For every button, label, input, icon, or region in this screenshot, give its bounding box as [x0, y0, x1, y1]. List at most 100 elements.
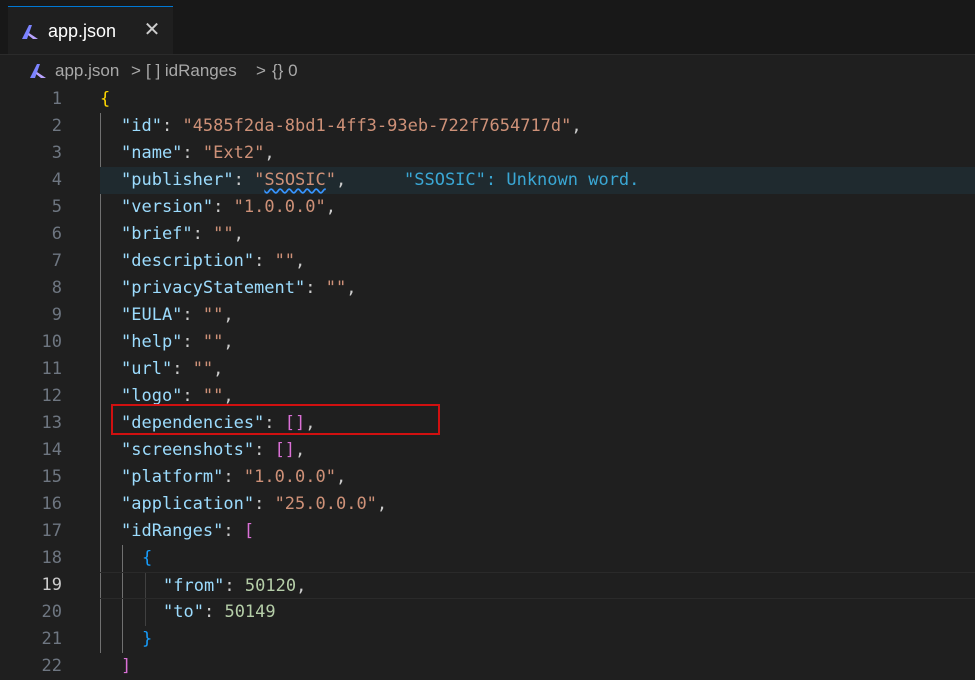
al-language-icon: [30, 64, 46, 78]
colon: :: [254, 494, 265, 514]
json-value: "": [274, 251, 296, 271]
comma: ,: [295, 440, 306, 460]
code-line: 2 "id": "4585f2da-8bd1-4ff3-93eb-722f765…: [0, 113, 975, 140]
code-line: 4 "publisher": "SSOSIC", "SSOSIC": Unkno…: [0, 167, 975, 194]
code-line: 7 "description": "",: [0, 248, 975, 275]
tab-bar: app.json ✕: [0, 0, 975, 55]
colon: :: [254, 440, 265, 460]
json-number: 50149: [224, 602, 276, 622]
colon: :: [203, 602, 215, 622]
json-value: "": [202, 386, 224, 406]
bracket-close: ]: [121, 656, 132, 676]
colon: :: [182, 332, 193, 352]
line-number: 1: [51, 89, 62, 109]
code-line: 20 "to": 50149: [0, 599, 975, 626]
code-line: 3 "name": "Ext2",: [0, 140, 975, 167]
comma: ,: [346, 278, 357, 298]
json-key: "to": [163, 602, 204, 622]
json-value: "": [202, 305, 224, 325]
comma: ,: [264, 143, 275, 163]
line-number: 2: [51, 116, 62, 136]
json-value: "": [202, 332, 224, 352]
line-number: 3: [51, 143, 62, 163]
al-language-icon: [22, 25, 38, 39]
line-number: 14: [41, 440, 62, 460]
code-line: 5 "version": "1.0.0.0",: [0, 194, 975, 221]
json-key: "application": [121, 494, 255, 514]
colon: :: [182, 305, 193, 325]
code-line: 9 "EULA": "",: [0, 302, 975, 329]
line-number: 13: [41, 413, 62, 433]
json-key: "brief": [121, 224, 193, 244]
comma: ,: [295, 251, 306, 271]
line-number: 19: [41, 575, 62, 595]
breadcrumb-separator: >: [256, 61, 266, 80]
comma: ,: [213, 359, 224, 379]
line-number: 21: [41, 629, 62, 649]
comma: ,: [223, 332, 234, 352]
json-empty-array: []: [274, 440, 296, 460]
line-number: 17: [41, 521, 62, 541]
breadcrumb: app.json > [ ] idRanges > {} 0: [0, 56, 975, 86]
brace-close: }: [142, 629, 153, 649]
code-editor[interactable]: 1 { 2 "id": "4585f2da-8bd1-4ff3-93eb-722…: [0, 86, 975, 676]
colon: :: [213, 197, 224, 217]
line-number: 16: [41, 494, 62, 514]
colon: :: [223, 521, 234, 541]
tab-label: app.json: [48, 21, 117, 41]
line-number: 9: [51, 305, 62, 325]
tab-bar-border: [0, 54, 975, 55]
tab-app-json[interactable]: app.json ✕: [8, 6, 173, 55]
json-key: "logo": [121, 386, 183, 406]
breadcrumb-idranges[interactable]: [ ] idRanges: [146, 61, 237, 81]
quote: ": [325, 170, 337, 190]
code-line: 16 "application": "25.0.0.0",: [0, 491, 975, 518]
json-value: "1.0.0.0": [243, 467, 336, 487]
json-key: "url": [121, 359, 173, 379]
code-line: 6 "brief": "",: [0, 221, 975, 248]
colon: :: [254, 251, 265, 271]
json-key: "name": [121, 143, 183, 163]
json-key: "id": [121, 116, 162, 136]
json-key: "EULA": [121, 305, 183, 325]
json-key: "from": [163, 576, 225, 596]
code-line: 8 "privacyStatement": "",: [0, 275, 975, 302]
breadcrumb-object-0[interactable]: {} 0: [272, 61, 298, 81]
code-line: 14 "screenshots": [],: [0, 437, 975, 464]
json-value: "": [325, 278, 347, 298]
line-number: 6: [51, 224, 62, 244]
code-line: 17 "idRanges": [: [0, 518, 975, 545]
json-value: "": [192, 359, 214, 379]
line-number: 4: [51, 170, 62, 190]
colon: :: [182, 386, 193, 406]
line-number: 10: [41, 332, 62, 352]
comma: ,: [376, 494, 388, 514]
code-line: 11 "url": "",: [0, 356, 975, 383]
json-key: "help": [121, 332, 183, 352]
json-value: "1.0.0.0": [233, 197, 326, 217]
brace-open: {: [142, 548, 153, 568]
code-line: 18 {: [0, 545, 975, 572]
colon: :: [223, 467, 234, 487]
json-key: "version": [121, 197, 214, 217]
json-key: "platform": [121, 467, 224, 487]
json-key: "publisher": [121, 170, 234, 190]
breadcrumb-separator: >: [131, 61, 141, 80]
spelling-error-word[interactable]: SSOSIC: [264, 170, 325, 190]
json-key: "idRanges": [121, 521, 224, 541]
json-key: "screenshots": [121, 440, 255, 460]
line-number: 7: [51, 251, 62, 271]
comma: ,: [223, 386, 234, 406]
json-value: "": [213, 224, 234, 244]
quote: ": [254, 170, 265, 190]
breadcrumb-file[interactable]: app.json: [55, 61, 119, 81]
comma: ,: [233, 224, 244, 244]
comma: ,: [296, 576, 307, 596]
close-icon[interactable]: ✕: [141, 19, 163, 41]
colon: :: [224, 576, 235, 596]
json-value: "25.0.0.0": [274, 494, 377, 514]
json-number: 50120: [244, 576, 297, 596]
code-line: 10 "help": "",: [0, 329, 975, 356]
colon: :: [192, 224, 203, 244]
json-value: "4585f2da-8bd1-4ff3-93eb-722f7654717d": [182, 116, 572, 136]
